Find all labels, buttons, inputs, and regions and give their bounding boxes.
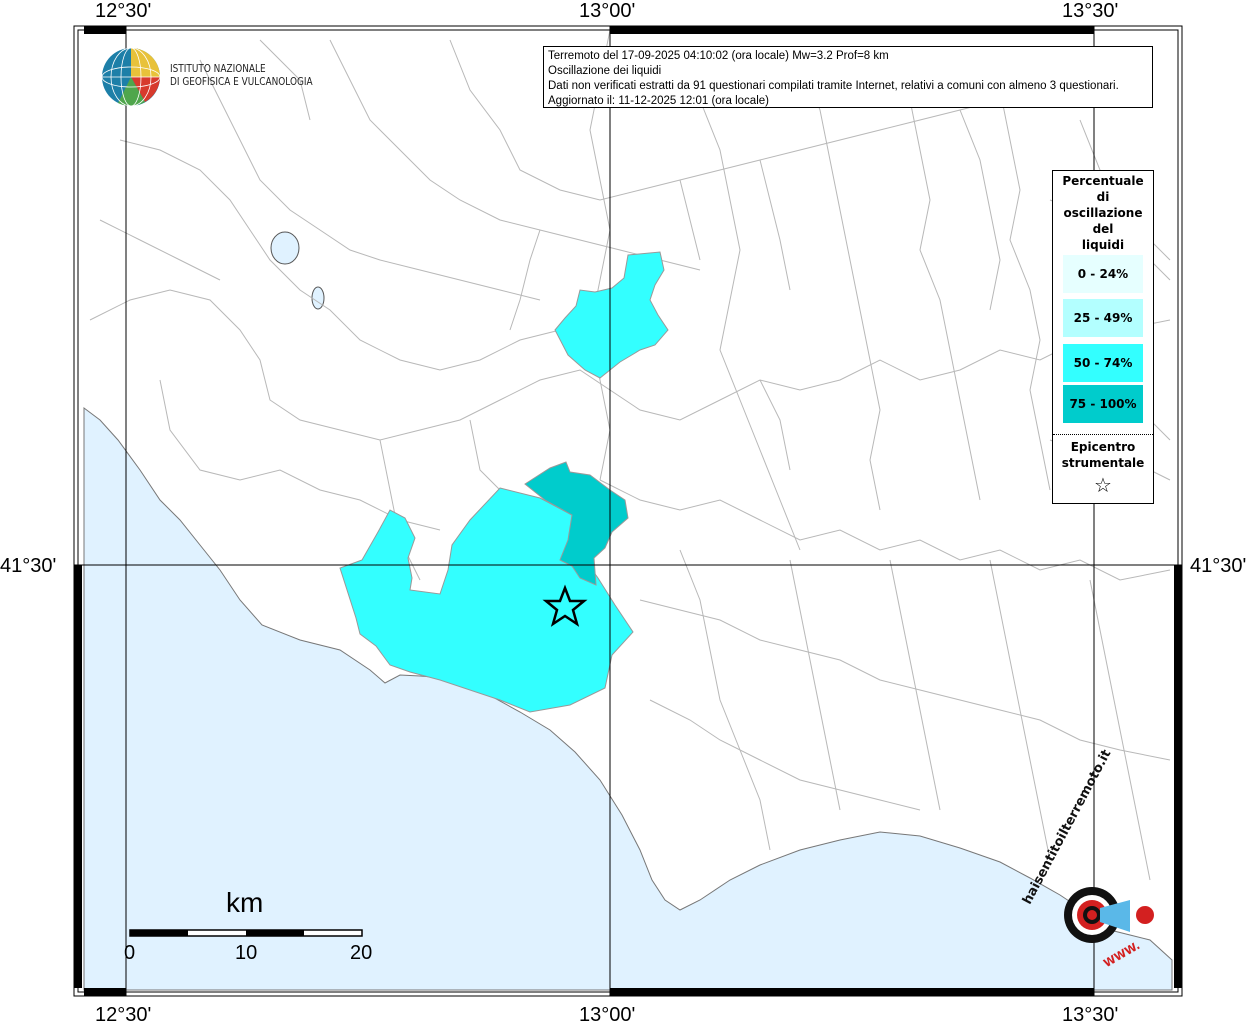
scale-tick-0: 0 (124, 942, 136, 964)
coord-top-1300: 13°00' (579, 0, 636, 22)
coord-top-1230: 12°30' (95, 0, 152, 22)
legend-swatch-75-100: 75 - 100% (1063, 385, 1143, 423)
coord-left-4130: 41°30' (0, 555, 57, 577)
legend-title: Percentuale di oscillazione del liquidi (1053, 173, 1153, 253)
event-info-box: Terremoto del 17-09-2025 04:10:02 (ora l… (543, 46, 1153, 108)
legend-swatch-25-49: 25 - 49% (1063, 299, 1143, 337)
legend-star-icon: ☆ (1094, 473, 1112, 497)
ingv-logo-text: ISTITUTO NAZIONALE DI GEOFISICA E VULCAN… (170, 63, 313, 89)
scale-bar (129, 929, 363, 937)
coord-top-1330: 13°30' (1062, 0, 1119, 22)
legend-title-line: del (1092, 222, 1114, 236)
ingv-logo-icon (101, 47, 161, 107)
ingv-logo-line1: ISTITUTO NAZIONALE (170, 63, 266, 75)
ingv-logo-line2: DI GEOFISICA E VULCANOLOGIA (170, 76, 313, 88)
legend: Percentuale di oscillazione del liquidi … (1052, 170, 1154, 504)
legend-swatch-0-24: 0 - 24% (1063, 255, 1143, 293)
legend-epicenter-label: Epicentro strumentale (1053, 439, 1153, 471)
scale-tick-10: 10 (235, 942, 258, 964)
event-info-line4: Aggiornato il: 11-12-2025 12:01 (ora loc… (548, 95, 769, 107)
scale-unit: km (226, 887, 264, 918)
event-info-line2: Oscillazione dei liquidi (548, 65, 662, 77)
legend-title-line: oscillazione (1063, 206, 1143, 220)
lake-martignano (311, 286, 325, 310)
legend-separator (1053, 434, 1153, 435)
legend-title-line: liquidi (1081, 238, 1125, 252)
scale-tick-20: 20 (350, 942, 373, 964)
lake-bracciano (270, 231, 300, 265)
legend-title-line: di (1096, 190, 1110, 204)
legend-swatch-50-74: 50 - 74% (1063, 344, 1143, 382)
legend-epicenter-line: Epicentro (1070, 440, 1136, 454)
event-info-line1: Terremoto del 17-09-2025 04:10:02 (ora l… (548, 50, 889, 62)
event-info-line3: Dati non verificati estratti da 91 quest… (548, 80, 1119, 92)
legend-title-line: Percentuale (1062, 174, 1144, 188)
legend-epicenter-line: strumentale (1061, 456, 1145, 470)
coord-right-4130: 41°30' (1190, 555, 1247, 577)
map-canvas (73, 25, 1183, 997)
